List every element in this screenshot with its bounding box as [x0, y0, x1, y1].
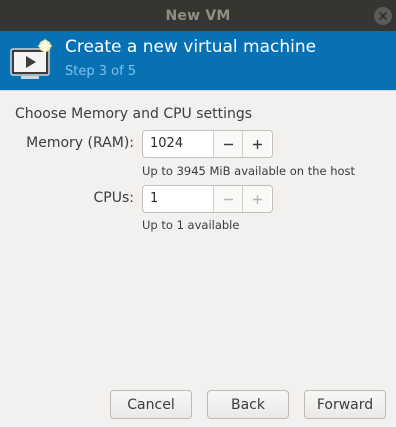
back-button[interactable]: Back — [207, 390, 289, 419]
memory-input[interactable]: 1024 — [143, 131, 213, 157]
cpus-label: CPUs: — [93, 190, 134, 206]
minus-icon — [223, 143, 233, 145]
cpus-spinbox[interactable]: 1 — [142, 185, 273, 213]
memory-decrease-button[interactable] — [213, 131, 242, 157]
memory-increase-button[interactable] — [242, 131, 271, 157]
window-title: New VM — [165, 7, 231, 24]
plus-icon — [252, 139, 262, 149]
cpus-input[interactable]: 1 — [143, 186, 213, 212]
minus-icon — [223, 198, 233, 200]
wizard-step: Step 3 of 5 — [65, 64, 137, 79]
memory-label: Memory (RAM): — [26, 135, 134, 151]
cancel-button[interactable]: Cancel — [110, 390, 192, 419]
vm-screen-new-icon — [10, 38, 53, 79]
wizard-title: Create a new virtual machine — [65, 37, 317, 57]
header-divider — [0, 90, 396, 91]
cpus-hint: Up to 1 available — [142, 218, 240, 232]
plus-icon — [252, 194, 262, 204]
wizard-header: Create a new virtual machine Step 3 of 5 — [0, 31, 396, 90]
close-button[interactable] — [374, 7, 392, 25]
title-bar: New VM — [0, 0, 396, 31]
cpus-decrease-button[interactable] — [213, 186, 242, 212]
forward-button[interactable]: Forward — [304, 390, 386, 419]
memory-spinbox[interactable]: 1024 — [142, 130, 273, 158]
close-icon — [379, 12, 387, 20]
section-title: Choose Memory and CPU settings — [15, 106, 253, 122]
memory-hint: Up to 3945 MiB available on the host — [142, 164, 356, 178]
cpus-increase-button[interactable] — [242, 186, 271, 212]
